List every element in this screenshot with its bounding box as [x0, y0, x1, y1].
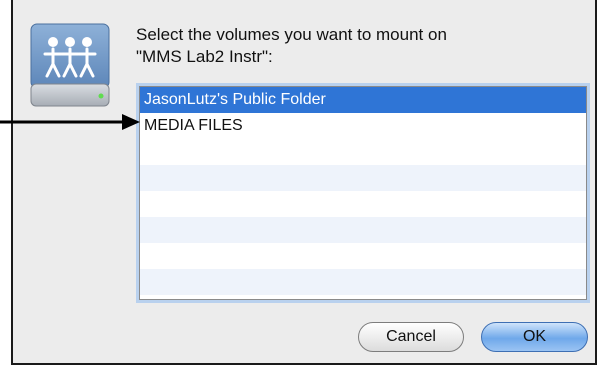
- empty-row: [140, 269, 586, 295]
- mount-prompt: Select the volumes you want to mount on …: [136, 24, 576, 68]
- empty-row: [140, 165, 586, 191]
- volume-item-media-files[interactable]: MEDIA FILES: [140, 113, 586, 139]
- empty-row: [140, 191, 586, 217]
- mount-volumes-dialog: Select the volumes you want to mount on …: [11, 0, 597, 365]
- empty-row: [140, 243, 586, 269]
- volume-list[interactable]: JasonLutz's Public Folder MEDIA FILES: [139, 86, 587, 300]
- volume-item-public-folder[interactable]: JasonLutz's Public Folder: [140, 87, 586, 113]
- empty-row: [140, 217, 586, 243]
- prompt-line-2: "MMS Lab2 Instr":: [136, 47, 273, 66]
- empty-row: [140, 139, 586, 165]
- cancel-button[interactable]: Cancel: [358, 322, 464, 352]
- shared-volume-icon: [25, 20, 115, 112]
- ok-button[interactable]: OK: [481, 322, 588, 352]
- prompt-line-1: Select the volumes you want to mount on: [136, 25, 447, 44]
- pointer-arrow-icon: [0, 114, 140, 130]
